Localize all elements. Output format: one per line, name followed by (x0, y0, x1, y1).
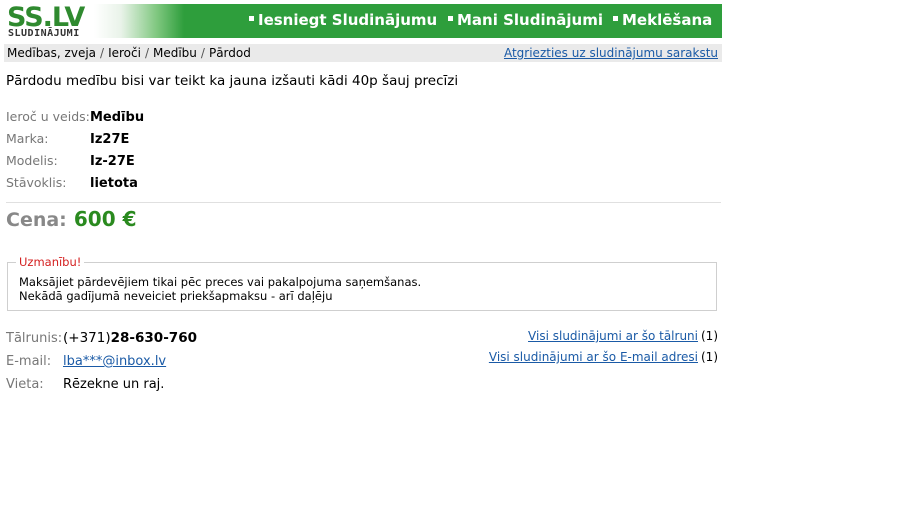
contacts: Tālrunis:(+371)28-630-760 E-mail: lba***@… (6, 327, 197, 396)
warning-body: Maksājiet pārdevējiem tikai pēc preces v… (19, 275, 421, 303)
nav-my-ads-label: Mani Sludinājumi (457, 11, 603, 29)
breadcrumb-sell[interactable]: Pārdod (209, 46, 251, 60)
warning-title: Uzmanību! (16, 255, 85, 269)
breadcrumb: Medības, zveja / Ieroči / Medību / Pārdod (7, 44, 251, 62)
spec-value: lietota (90, 176, 138, 191)
spec-label: Stāvoklis: (6, 175, 67, 190)
nav-my-ads[interactable]: Mani Sludinājumi (448, 4, 603, 38)
ads-by-phone-link[interactable]: Visi sludinājumi ar šo tālruni (528, 329, 698, 343)
location-value: Rēzekne un raj. (63, 377, 165, 392)
main-nav: Iesniegt Sludinājumu Mani Sludinājumi Me… (184, 4, 722, 38)
price-value: 600 € (73, 207, 137, 231)
nav-submit-ad[interactable]: Iesniegt Sludinājumu (249, 4, 437, 38)
related-by-email-row: Visi sludinājumi ar šo E-mail adresi (1) (489, 347, 718, 368)
phone-prefix: (+371) (63, 330, 111, 346)
warning-box: Uzmanību! Maksājiet pārdevējiem tikai pē… (7, 255, 717, 311)
divider (6, 202, 721, 203)
nav-submit-ad-label: Iesniegt Sludinājumu (258, 11, 438, 29)
spec-row-condition: Stāvoklis: lietota (6, 172, 144, 194)
breadcrumb-separator: / (144, 46, 149, 60)
breadcrumb-hunting-fishing[interactable]: Medības, zveja (7, 46, 96, 60)
breadcrumb-weapons[interactable]: Ieroči (108, 46, 141, 60)
price: Cena: 600 € (6, 207, 137, 231)
nav-search-label: Meklēšana (622, 11, 713, 29)
contact-phone-row: Tālrunis:(+371)28-630-760 (6, 327, 197, 350)
page: SS.LV SLUDINĀJUMI Iesniegt Sludinājumu M… (4, 3, 722, 392)
spec-value: Iz27E (90, 132, 130, 147)
warning-line: Maksājiet pārdevējiem tikai pēc preces v… (19, 275, 422, 289)
phone-value: (+371)28-630-760 (63, 330, 197, 346)
spec-value: Medību (90, 110, 145, 125)
logo-link[interactable]: SS.LV SLUDINĀJUMI (4, 3, 184, 39)
bullet-icon (249, 16, 254, 21)
ad-specs: Ieroč u veids:Medību Marka: Iz27E Modelis… (6, 106, 144, 194)
related-by-phone-row: Visi sludinājumi ar šo tālruni (1) (489, 326, 718, 347)
nav-search[interactable]: Meklēšana (613, 4, 712, 38)
logo-subtitle: SLUDINĀJUMI (8, 28, 80, 39)
bullet-icon (613, 16, 618, 21)
breadcrumb-bar: Medības, zveja / Ieroči / Medību / Pārdod Atgr… (4, 44, 722, 62)
related-links: Visi sludinājumi ar šo tālruni (1) Visi s… (489, 326, 718, 368)
contact-location-row: Vieta: Rēzekne un raj. (6, 373, 197, 396)
spec-label: Marka: (6, 131, 49, 146)
back-to-list-link[interactable]: Atgriezties uz sludinājumu sarakstu (504, 44, 718, 62)
ads-by-email-count: (1) (701, 350, 718, 364)
phone-label: Tālrunis: (6, 331, 63, 346)
breadcrumb-hunting[interactable]: Medību (153, 46, 197, 60)
warning-line: Nekādā gadījumā neveiciet priekšapmaksu … (19, 289, 333, 303)
spec-row-weapon-type: Ieroč u veids:Medību (6, 106, 144, 128)
contact-email-row: E-mail: lba***@inbox.lv (6, 350, 197, 373)
breadcrumb-separator: / (200, 46, 205, 60)
spec-label: Ieroč u veids: (6, 109, 90, 124)
breadcrumb-separator: / (100, 46, 105, 60)
ads-by-email-link[interactable]: Visi sludinājumi ar šo E-mail adresi (489, 350, 698, 364)
bullet-icon (448, 16, 453, 21)
phone-number[interactable]: 28-630-760 (111, 330, 197, 346)
ad-description: Pārdodu medību bisi var teikt ka jauna i… (6, 73, 459, 89)
spec-label: Modelis: (6, 153, 58, 168)
spec-value: Iz-27E (90, 154, 135, 169)
price-label: Cena: (6, 209, 67, 231)
email-label: E-mail: (6, 354, 52, 369)
spec-row-brand: Marka: Iz27E (6, 128, 144, 150)
ads-by-phone-count: (1) (701, 329, 718, 343)
email-link[interactable]: lba***@inbox.lv (63, 354, 166, 369)
site-header: SS.LV SLUDINĀJUMI Iesniegt Sludinājumu M… (4, 3, 722, 39)
spec-row-model: Modelis: Iz-27E (6, 150, 144, 172)
location-label: Vieta: (6, 377, 44, 392)
